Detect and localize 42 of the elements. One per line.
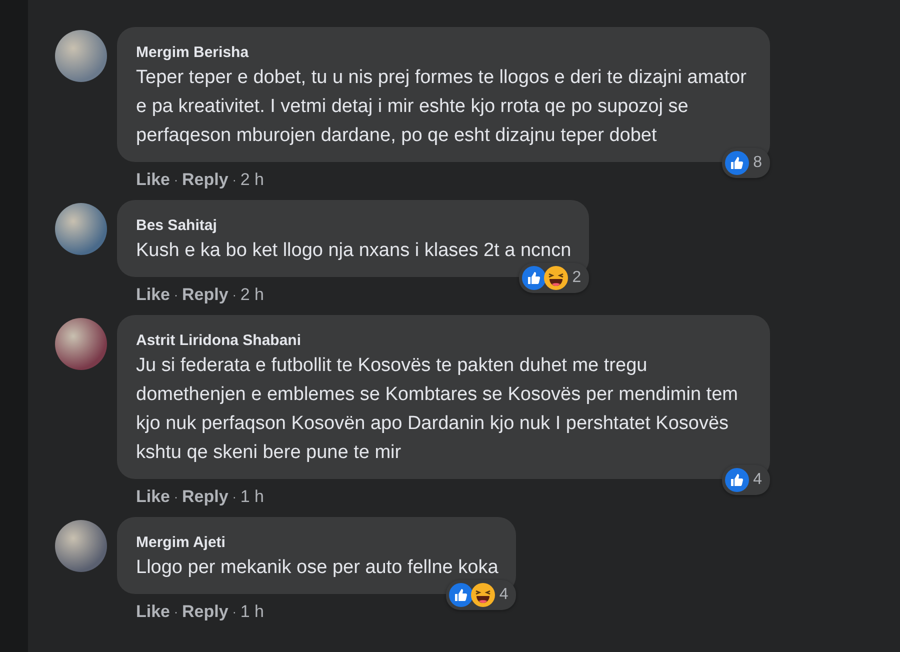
reply-link[interactable]: Reply <box>182 170 228 190</box>
separator-dot: · <box>174 288 178 302</box>
separator-dot: · <box>174 605 178 619</box>
reaction-count[interactable]: 4 <box>722 465 770 495</box>
laughing-emoji-icon <box>544 266 568 290</box>
reaction-count[interactable]: 2 <box>519 263 590 293</box>
author-name[interactable]: Mergim Berisha <box>136 44 752 61</box>
avatar[interactable] <box>55 30 107 82</box>
separator-dot: · <box>232 173 236 187</box>
comment-text: Teper teper e dobet, tu u nis prej formes te llogos e deri te dizajni amator e pa kreativitet. I vetmi detaj i mir eshte kjo rrota qe po supozoj se perfaqeson mburojen dardane, po qe esht dizajnu teper dobet <box>136 66 748 148</box>
reply-link[interactable]: Reply <box>182 602 228 622</box>
avatar[interactable] <box>55 203 107 255</box>
comment-text: Llogo per mekanik ose per auto fellne koka <box>136 556 498 580</box>
separator-dot: · <box>232 605 236 619</box>
separator-dot: · <box>174 490 178 504</box>
thumbs-up-icon <box>449 583 474 607</box>
author-name[interactable]: Astrit Liridona Shabani <box>136 332 752 349</box>
comment-text: Ju si federata e futbollit te Kosovës te pakten duhet me tregu domethenjen e emblemes se Kombtares se Kosovës per mendimin tem kjo nuk perfaqson Kosovën apo Dardanin kjo nuk I pershtatet Kosovës kshtu qe skeni bere pune te mir <box>136 354 739 465</box>
comment-text: Kush e ka bo ket llogo nja nxans i klases 2t a ncncn <box>136 239 572 263</box>
avatar[interactable] <box>55 520 107 572</box>
like-link[interactable]: Like <box>136 170 170 190</box>
timestamp[interactable]: 1 h <box>240 602 264 622</box>
author-name[interactable]: Mergim Ajeti <box>136 534 498 551</box>
separator-dot: · <box>232 288 236 302</box>
like-link[interactable]: Like <box>136 285 170 305</box>
thumbs-up-icon <box>725 468 750 492</box>
thumbs-up-icon <box>522 266 546 290</box>
author-name[interactable]: Bes Sahitaj <box>136 217 572 234</box>
like-link[interactable]: Like <box>136 602 170 622</box>
timestamp[interactable]: 2 h <box>240 170 264 190</box>
reply-link[interactable]: Reply <box>182 285 228 305</box>
separator-dot: · <box>174 173 178 187</box>
like-link[interactable]: Like <box>136 487 170 507</box>
reaction-count[interactable]: 8 <box>722 148 770 178</box>
thumbs-up-icon <box>725 151 750 175</box>
reply-link[interactable]: Reply <box>182 487 228 507</box>
timestamp[interactable]: 1 h <box>240 487 264 507</box>
avatar[interactable] <box>55 318 107 370</box>
reaction-count[interactable]: 4 <box>446 580 516 610</box>
laughing-emoji-icon <box>471 583 496 607</box>
separator-dot: · <box>232 490 236 504</box>
timestamp[interactable]: 2 h <box>240 285 264 305</box>
